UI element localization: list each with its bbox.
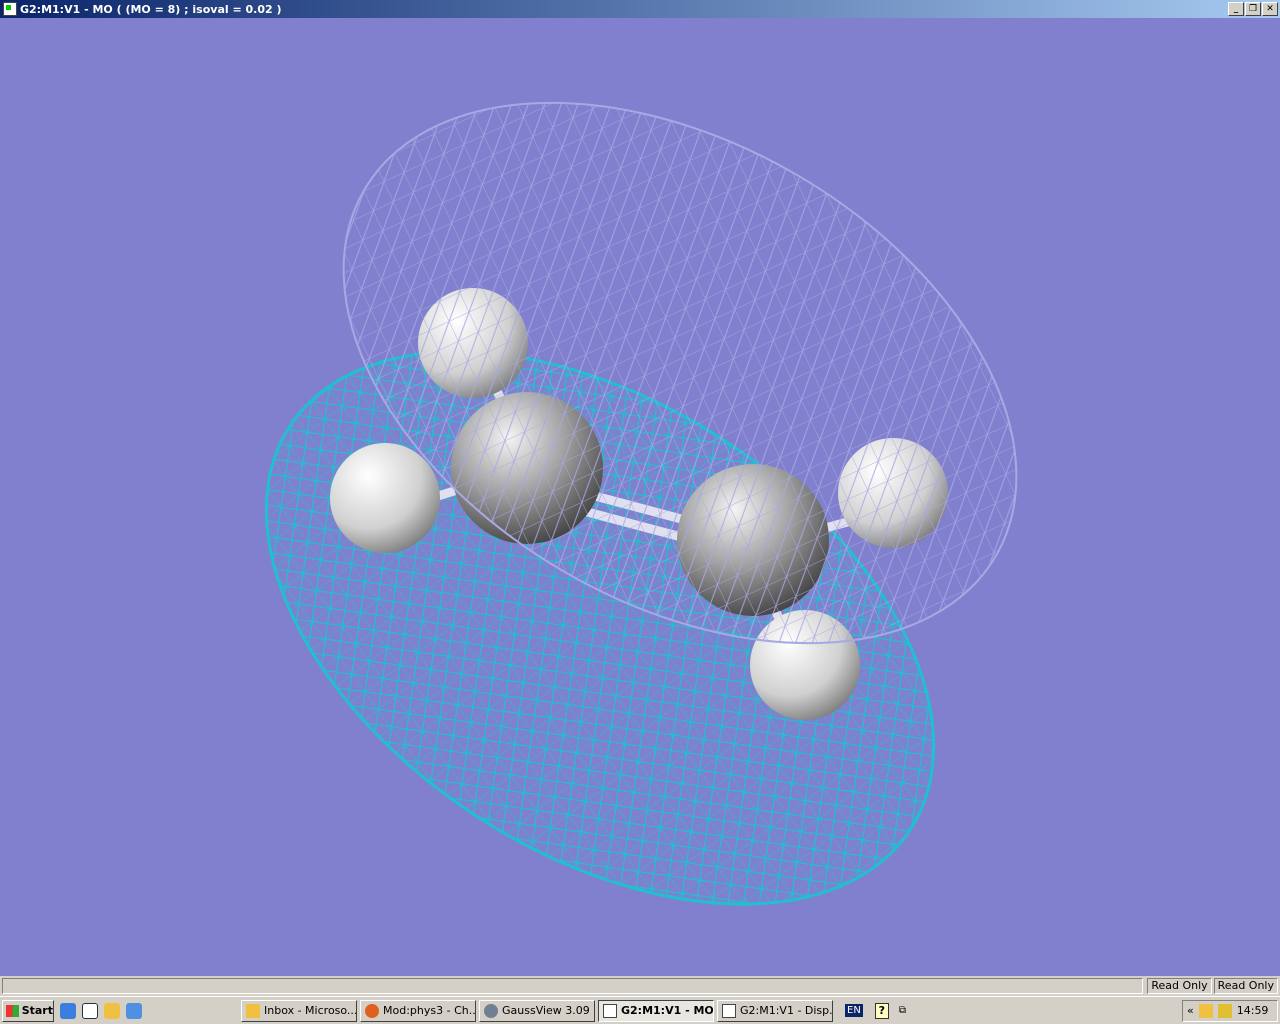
task-firefox[interactable]: Mod:phys3 - Ch... xyxy=(360,999,476,1022)
outlook-icon[interactable] xyxy=(104,1002,120,1019)
app-icon[interactable] xyxy=(3,2,17,16)
task-gaussview[interactable]: GaussView 3.09 xyxy=(479,999,595,1022)
task-inbox[interactable]: Inbox - Microso... xyxy=(241,999,357,1022)
toolbar-restore-icon[interactable]: ⧉ xyxy=(899,1005,906,1016)
status-panel: Read Only xyxy=(1147,978,1212,994)
taskbar: Start Inbox - Microso... Mod:phys3 - Ch.… xyxy=(0,996,1280,1024)
task-mo-window[interactable]: G2:M1:V1 - MO... xyxy=(598,999,714,1022)
status-message xyxy=(2,978,1144,994)
quicklaunch-app-icon[interactable] xyxy=(126,1002,142,1019)
status-panel: Read Only xyxy=(1213,978,1278,994)
hydrogen-atom xyxy=(330,443,440,553)
close-button[interactable]: ✕ xyxy=(1262,2,1278,16)
restore-button[interactable]: ❐ xyxy=(1245,2,1261,16)
help-icon[interactable]: ? xyxy=(874,1002,889,1019)
task-label: Mod:phys3 - Ch... xyxy=(383,1004,476,1017)
windows-logo-icon xyxy=(6,1004,19,1017)
outlook-tray-icon[interactable] xyxy=(1198,1003,1213,1018)
task-label: Inbox - Microso... xyxy=(264,1004,357,1017)
expand-tray-icon[interactable]: « xyxy=(1187,1004,1194,1017)
security-shield-icon[interactable] xyxy=(1217,1003,1232,1018)
start-label: Start xyxy=(21,1004,53,1017)
window-title: G2:M1:V1 - MO ( (MO = 8) ; isoval = 0.02… xyxy=(20,2,282,16)
show-desktop-icon[interactable] xyxy=(82,1002,98,1019)
start-button[interactable]: Start xyxy=(2,999,54,1022)
clock[interactable]: 14:59 xyxy=(1237,1004,1269,1017)
gaussview-window-icon xyxy=(722,1003,736,1018)
molecule-viewport[interactable] xyxy=(0,18,1280,976)
outlook-icon xyxy=(246,1003,260,1018)
molecule-scene[interactable] xyxy=(0,18,1280,976)
gaussview-window-icon xyxy=(603,1003,617,1018)
firefox-icon xyxy=(365,1003,379,1018)
status-bar: Read Only Read Only xyxy=(0,976,1280,996)
task-label: G2:M1:V1 - Disp... xyxy=(740,1004,833,1017)
task-display-window[interactable]: G2:M1:V1 - Disp... xyxy=(717,999,833,1022)
gaussview-icon xyxy=(484,1003,498,1018)
language-indicator[interactable]: EN xyxy=(845,1004,863,1017)
task-label: G2:M1:V1 - MO... xyxy=(621,1004,714,1017)
task-label: GaussView 3.09 xyxy=(502,1004,590,1017)
title-bar: G2:M1:V1 - MO ( (MO = 8) ; isoval = 0.02… xyxy=(0,0,1280,18)
minimize-button[interactable]: _ xyxy=(1228,2,1244,16)
internet-explorer-icon[interactable] xyxy=(60,1002,76,1019)
system-tray: « 14:59 xyxy=(1182,999,1278,1022)
